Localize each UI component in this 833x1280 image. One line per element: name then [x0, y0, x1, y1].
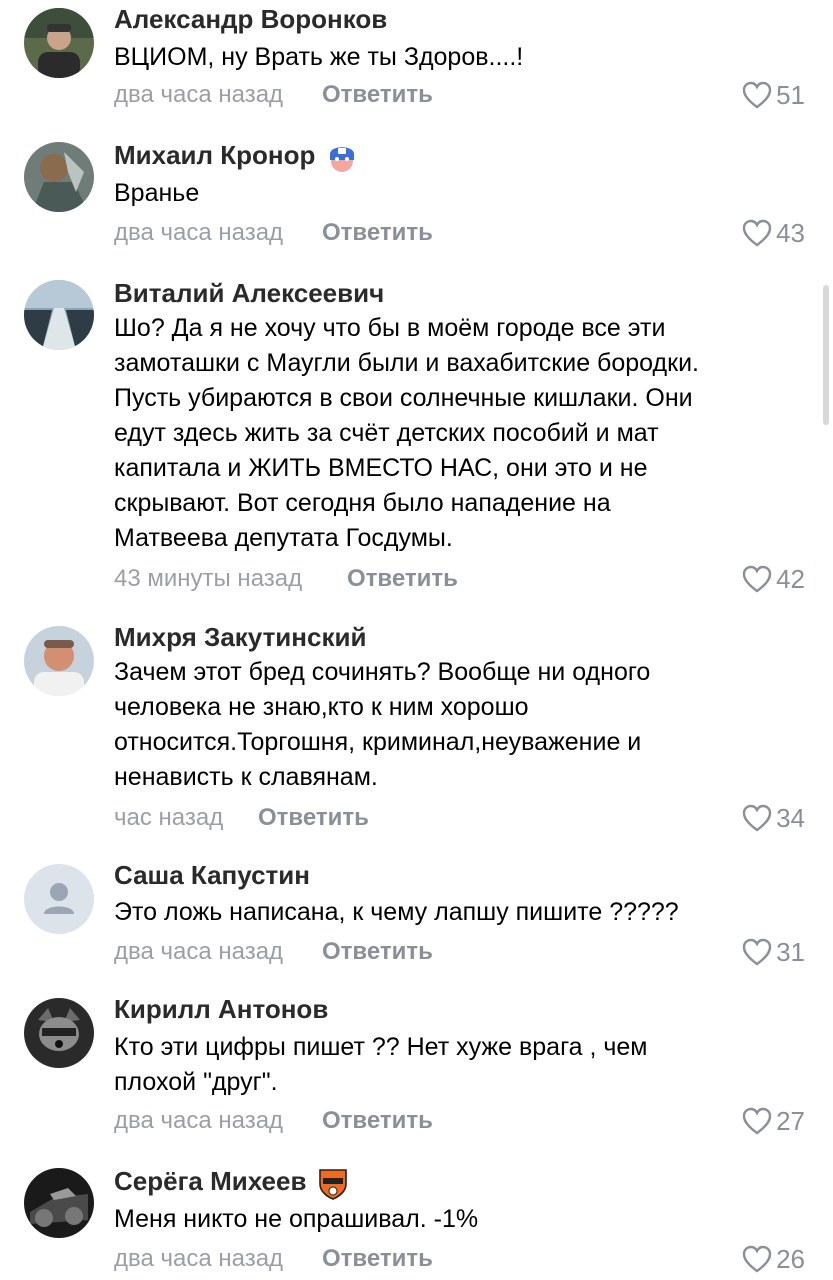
timestamp: два часа назад — [114, 219, 284, 246]
comment-text: Меня никто не опрашивал. -1% — [114, 1205, 479, 1233]
author-name[interactable]: Кирилл Антонов — [114, 994, 328, 1024]
comment-text: Зачем этот бред сочинять? Вообще ни одно… — [114, 658, 651, 791]
avatar[interactable] — [24, 626, 94, 696]
like-button[interactable]: 43 — [742, 218, 805, 248]
like-button[interactable]: 26 — [742, 1244, 805, 1274]
like-count: 26 — [776, 1244, 805, 1274]
heart-icon — [742, 219, 772, 247]
heart-icon — [742, 81, 772, 109]
hero-mask-badge-icon — [325, 140, 359, 174]
heart-icon — [742, 1245, 772, 1273]
heart-icon — [742, 565, 772, 593]
reply-button[interactable]: Ответить — [322, 218, 433, 248]
avatar[interactable] — [24, 280, 94, 350]
reply-button[interactable]: Ответить — [347, 564, 458, 594]
comment-text: Шо? Да я не хочу что бы в моём городе вс… — [114, 314, 699, 552]
like-count: 51 — [776, 80, 805, 110]
comment-text: Вранье — [114, 179, 200, 207]
avatar[interactable] — [24, 998, 94, 1068]
author-name[interactable]: Александр Воронков — [114, 4, 387, 34]
avatar[interactable] — [24, 142, 94, 212]
author-name[interactable]: Саша Капустин — [114, 860, 310, 890]
avatar[interactable] — [24, 1168, 94, 1238]
author-name[interactable]: Виталий Алексеевич — [114, 278, 384, 308]
like-count: 34 — [776, 803, 805, 833]
comments-list: Александр Воронков ВЦИОМ, ну Врать же ты… — [0, 0, 833, 1280]
timestamp: час назад — [114, 804, 224, 831]
heart-icon — [742, 804, 772, 832]
reply-button[interactable]: Ответить — [322, 80, 433, 110]
club-shield-badge-icon — [316, 1166, 350, 1200]
like-button[interactable]: 31 — [742, 937, 805, 967]
avatar[interactable] — [24, 864, 94, 934]
reply-button[interactable]: Ответить — [322, 1106, 433, 1136]
timestamp: 43 минуты назад — [114, 565, 303, 592]
scrollbar[interactable] — [823, 285, 829, 425]
timestamp: два часа назад — [114, 1107, 284, 1134]
timestamp: два часа назад — [114, 1245, 284, 1272]
comment-text: Это ложь написана, к чему лапшу пишите ?… — [114, 898, 679, 926]
reply-button[interactable]: Ответить — [322, 937, 433, 967]
like-button[interactable]: 42 — [742, 564, 805, 594]
reply-button[interactable]: Ответить — [322, 1244, 433, 1274]
heart-icon — [742, 938, 772, 966]
like-count: 27 — [776, 1106, 805, 1136]
comment-text: ВЦИОМ, ну Врать же ты Здоров....! — [114, 43, 524, 71]
heart-icon — [742, 1107, 772, 1135]
comment-text: Кто эти цифры пишет ?? Нет хуже врага , … — [114, 1033, 648, 1096]
avatar[interactable] — [24, 8, 94, 78]
author-name[interactable]: Михря Закутинский — [114, 622, 366, 652]
author-name[interactable]: Михаил Кронор — [114, 140, 359, 174]
reply-button[interactable]: Ответить — [258, 803, 369, 833]
like-button[interactable]: 51 — [742, 80, 805, 110]
timestamp: два часа назад — [114, 81, 284, 108]
like-count: 42 — [776, 564, 805, 594]
author-name[interactable]: Серёга Михеев — [114, 1166, 350, 1200]
like-count: 43 — [776, 218, 805, 248]
like-count: 31 — [776, 937, 805, 967]
like-button[interactable]: 27 — [742, 1106, 805, 1136]
timestamp: два часа назад — [114, 938, 284, 965]
like-button[interactable]: 34 — [742, 803, 805, 833]
